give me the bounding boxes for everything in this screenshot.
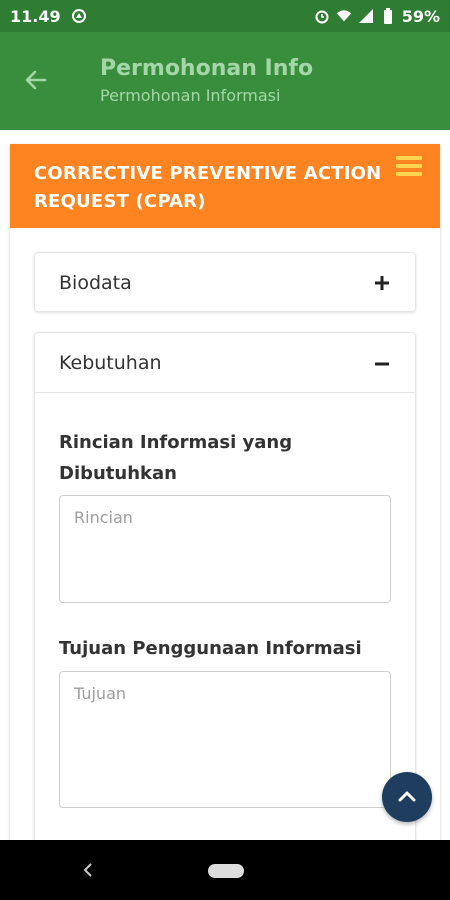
wifi-icon	[336, 8, 352, 24]
rincian-label: Rincian Informasi yang Dibutuhkan	[59, 432, 293, 484]
card-body: Biodata Kebutuhan Rincian Informasi yang…	[10, 228, 440, 852]
alarm-icon	[314, 8, 330, 24]
panel-biodata: Biodata	[34, 252, 416, 312]
tujuan-field[interactable]	[59, 671, 391, 808]
minus-icon[interactable]	[373, 354, 391, 372]
battery-percent: 59%	[401, 6, 440, 26]
tujuan-label: Tujuan Penggunaan Informasi	[59, 638, 362, 659]
back-button[interactable]	[18, 62, 54, 98]
panel-kebutuhan-header[interactable]: Kebutuhan	[35, 333, 415, 393]
card-title: CORRECTIVE PREVENTIVE ACTION REQUEST (CP…	[34, 163, 382, 212]
app-subtitle: Permohonan Informasi	[100, 86, 281, 105]
app-bar: Permohonan Info Permohonan Informasi	[0, 32, 450, 130]
data-saver-icon	[71, 8, 87, 24]
panel-biodata-header[interactable]: Biodata	[35, 253, 415, 313]
battery-icon	[380, 8, 396, 24]
home-pill-icon[interactable]	[208, 864, 244, 878]
cpar-card: CORRECTIVE PREVENTIVE ACTION REQUEST (CP…	[10, 144, 440, 852]
signal-icon	[358, 8, 374, 24]
hamburger-icon[interactable]	[396, 156, 422, 180]
app-title: Permohonan Info	[100, 56, 314, 81]
status-time: 11.49	[10, 6, 61, 26]
nav-back-icon[interactable]	[78, 858, 98, 882]
rincian-field[interactable]	[59, 495, 391, 603]
status-bar: 11.49 59%	[0, 0, 450, 32]
page-content: CORRECTIVE PREVENTIVE ACTION REQUEST (CP…	[0, 130, 450, 852]
arrow-left-icon	[25, 70, 47, 90]
panel-kebutuhan-label: Kebutuhan	[59, 351, 162, 374]
scroll-top-button[interactable]	[382, 772, 432, 822]
card-header: CORRECTIVE PREVENTIVE ACTION REQUEST (CP…	[10, 144, 440, 228]
panel-kebutuhan: Kebutuhan Rincian Informasi yang Dibutuh…	[34, 332, 416, 852]
plus-icon[interactable]	[373, 274, 391, 292]
navigation-bar	[0, 840, 450, 900]
chevron-up-icon	[398, 791, 416, 802]
panel-biodata-label: Biodata	[59, 272, 132, 294]
